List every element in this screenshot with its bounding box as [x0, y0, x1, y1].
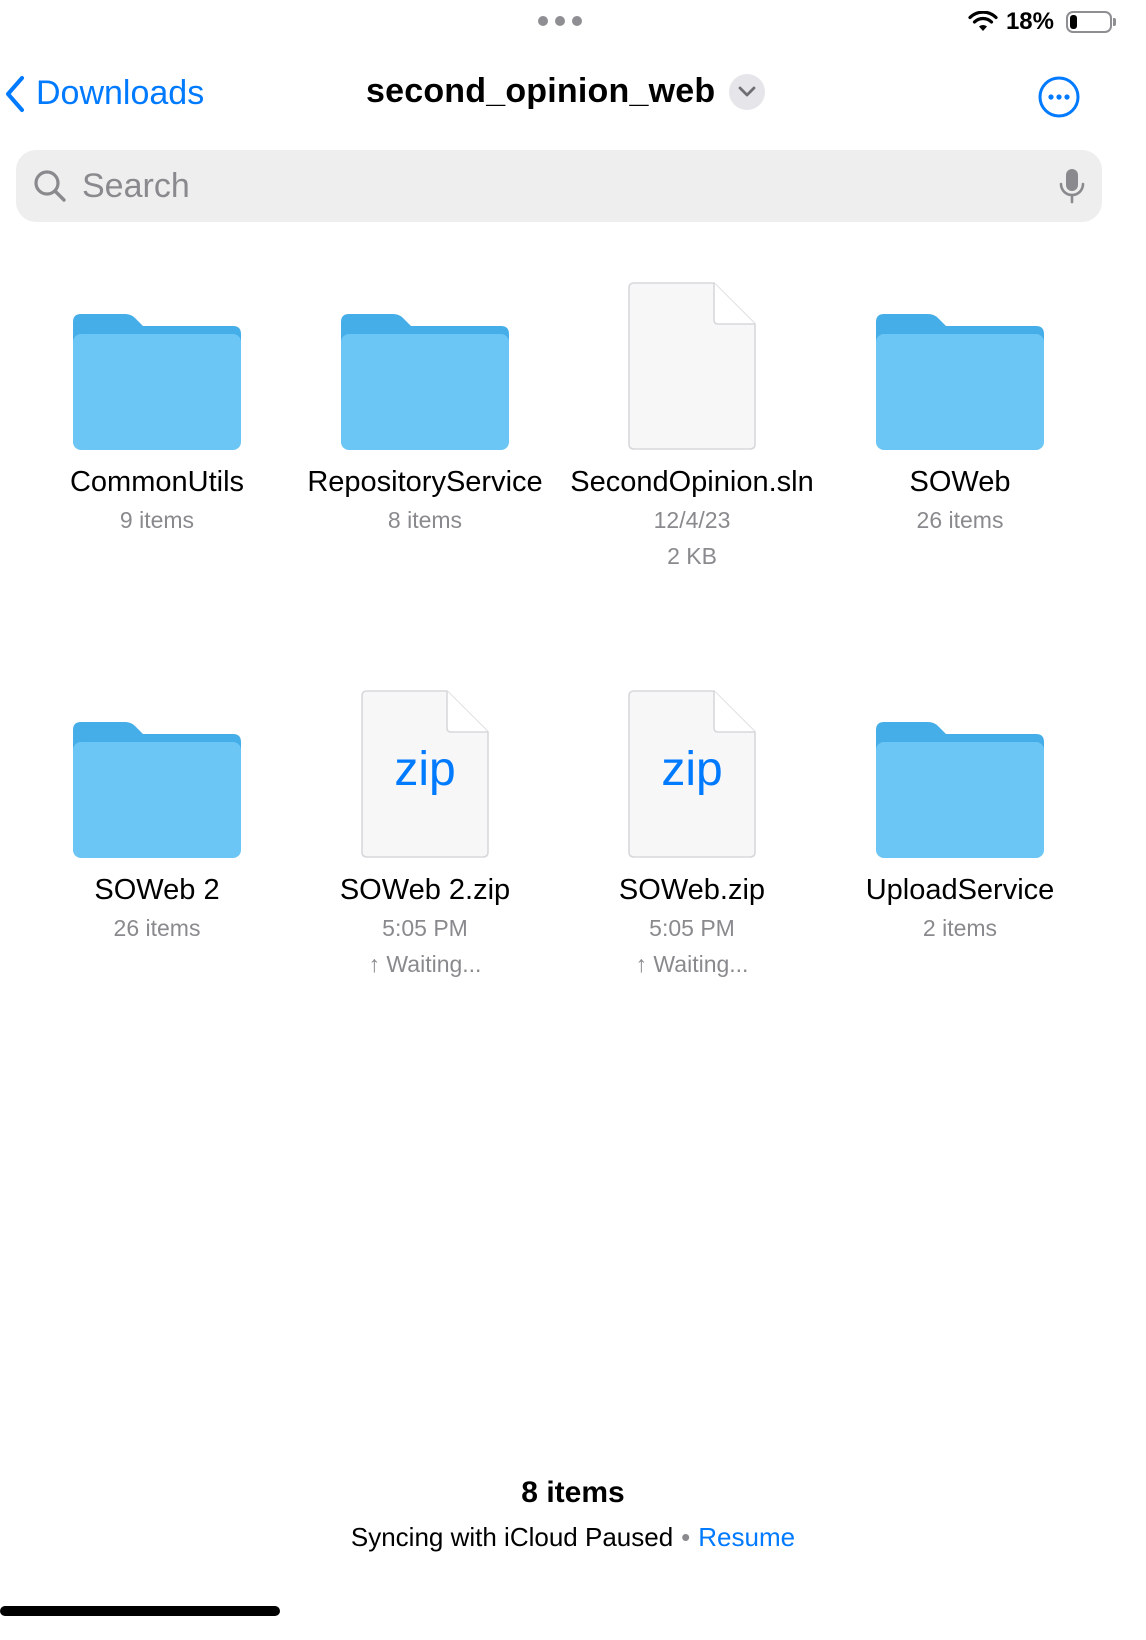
- battery-icon: [1066, 11, 1116, 33]
- grid-item-soweb-2-zip[interactable]: zip SOWeb 2.zip 5:05 PM ↑ Waiting...: [297, 688, 553, 982]
- item-size: 2 KB: [667, 543, 717, 569]
- back-button[interactable]: Downloads: [4, 74, 204, 113]
- folder-icon: [832, 688, 1088, 858]
- folder-icon: [297, 280, 553, 450]
- item-count: 2 items: [922, 915, 998, 941]
- item-count: 8 items: [387, 507, 463, 533]
- grid-item-repositoryservice[interactable]: RepositoryService 8 items: [297, 280, 553, 538]
- item-time: 5:05 PM: [382, 915, 468, 941]
- zip-label: zip: [661, 743, 722, 796]
- page-title: second_opinion_web: [366, 72, 716, 110]
- folder-icon: [29, 280, 285, 450]
- battery-percent: 18%: [1005, 8, 1054, 35]
- item-name: SOWeb: [909, 466, 1011, 498]
- grid-item-soweb-zip[interactable]: zip SOWeb.zip 5:05 PM ↑ Waiting...: [564, 688, 820, 982]
- grid-item-secondopinion-sln[interactable]: SecondOpinion.sln 12/4/23 2 KB: [564, 280, 820, 574]
- navigation-bar: Downloads second_opinion_web: [0, 68, 1146, 128]
- multitasking-menu-icon[interactable]: [538, 16, 582, 26]
- folder-icon: [832, 280, 1088, 450]
- zip-file-icon: zip: [297, 688, 553, 858]
- sync-status-line: Syncing with iCloud Paused • Resume: [0, 1522, 1146, 1553]
- item-name: SecondOpinion.sln: [570, 466, 814, 498]
- chevron-left-icon: [6, 75, 24, 112]
- back-button-label: Downloads: [36, 74, 205, 112]
- item-count: 26 items: [916, 507, 1004, 533]
- title-dropdown-button[interactable]: [729, 73, 766, 110]
- chevron-down-icon: [738, 86, 756, 96]
- item-name: RepositoryService: [307, 466, 543, 498]
- search-icon: [34, 170, 66, 202]
- item-count-summary: 8 items: [521, 1476, 625, 1509]
- item-count: 26 items: [113, 915, 201, 941]
- grid-item-soweb-2[interactable]: SOWeb 2 26 items: [29, 688, 285, 946]
- grid-item-uploadservice[interactable]: UploadService 2 items: [832, 688, 1088, 946]
- search-bar[interactable]: [16, 150, 1102, 222]
- item-name: SOWeb.zip: [618, 874, 766, 906]
- grid-item-commonutils[interactable]: CommonUtils 9 items: [29, 280, 285, 538]
- upload-status: ↑ Waiting...: [368, 951, 482, 977]
- item-name: SOWeb 2.zip: [339, 874, 511, 906]
- document-icon: [564, 280, 820, 450]
- microphone-icon[interactable]: [1058, 167, 1086, 205]
- item-name: UploadService: [865, 874, 1055, 906]
- zip-label: zip: [394, 743, 455, 796]
- separator-dot: •: [681, 1522, 691, 1552]
- item-date: 12/4/23: [653, 507, 731, 533]
- sync-status-text: Syncing with iCloud Paused: [350, 1522, 674, 1552]
- title-menu[interactable]: second_opinion_web: [366, 72, 766, 111]
- home-indicator[interactable]: [0, 1606, 280, 1616]
- item-time: 5:05 PM: [649, 915, 735, 941]
- upload-status: ↑ Waiting...: [635, 951, 749, 977]
- item-name: SOWeb 2: [94, 874, 220, 906]
- item-count: 9 items: [119, 507, 195, 533]
- folder-icon: [29, 688, 285, 858]
- search-input[interactable]: [80, 165, 1058, 207]
- resume-link[interactable]: Resume: [698, 1522, 795, 1552]
- status-bar: 18%: [0, 0, 1146, 48]
- more-options-button[interactable]: [1038, 76, 1080, 118]
- item-name: CommonUtils: [69, 466, 245, 498]
- wifi-icon: [968, 11, 998, 31]
- status-indicators: 18%: [968, 8, 1116, 36]
- grid-item-soweb[interactable]: SOWeb 26 items: [832, 280, 1088, 538]
- battery-level: [1070, 15, 1077, 29]
- zip-file-icon: zip: [564, 688, 820, 858]
